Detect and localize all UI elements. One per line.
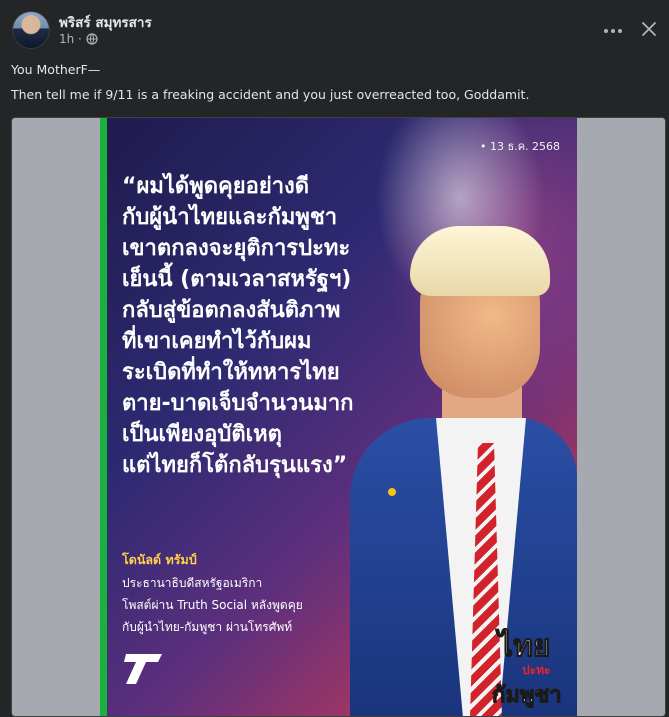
more-options-button[interactable]: [600, 18, 626, 44]
quote-line: เย็นนี้ (ตามเวลาสหรัฐฯ): [122, 267, 352, 292]
more-horizontal-icon: [604, 29, 622, 33]
poster-quote: “ผมได้พูดคุยอย่างดี กับผู้นำไทยและกัมพูช…: [122, 171, 422, 481]
watermark-thai: ไทย: [495, 628, 550, 664]
close-icon: [642, 22, 656, 36]
speaker-detail-line: กับผู้นำไทย-กัมพูชา ผ่านโทรศัพท์: [122, 620, 293, 634]
thai-cambodia-watermark: ไทย ปะทะ กัมพูชา: [492, 628, 562, 709]
watermark-cambodia: กัมพูชา: [492, 683, 562, 708]
quote-line: ตาย-บาดเจ็บจำนวนมาก: [122, 391, 354, 416]
quote-line: เขาตกลงจะยุติการปะทะ: [122, 236, 351, 261]
quote-line: เป็นเพียงอุบัติเหตุ: [122, 422, 282, 447]
quote-line: แต่ไทยก็โต้กลับรุนแรง”: [122, 453, 348, 478]
post-meta: 1h ·: [59, 32, 98, 46]
quote-line: ที่เขาเคยทำไว้กับผม: [122, 329, 312, 354]
avatar[interactable]: [12, 11, 50, 49]
publisher-logo-icon: [124, 654, 162, 684]
post-text-line: Then tell me if 9/11 is a freaking accid…: [11, 87, 530, 102]
poster-date: • 13 ธ.ค. 2568: [480, 140, 561, 153]
speaker-name: โดนัลด์ ทรัมป์: [122, 552, 197, 567]
quote-line: กลับสู่ข้อตกลงสันติภาพ: [122, 298, 341, 323]
quote-line: “ผมได้พูดคุยอย่างดี: [122, 174, 310, 199]
globe-icon[interactable]: [86, 33, 98, 45]
news-poster-image[interactable]: • 13 ธ.ค. 2568 “ผมได้พูดคุยอย่างดี กับผู…: [100, 118, 577, 716]
speaker-detail-line: ประธานาธิบดีสหรัฐอเมริกา: [122, 576, 263, 590]
quote-line: ระเบิดที่ทำให้ทหารไทย: [122, 360, 340, 385]
post-header: พริสร์ สมุทรสาร 1h ·: [0, 0, 669, 58]
post-text-line: You MotherF—: [11, 62, 101, 77]
watermark-clash: ปะทะ: [522, 663, 550, 677]
author-name[interactable]: พริสร์ สมุทรสาร: [59, 11, 152, 33]
close-button[interactable]: [636, 16, 662, 42]
post-image-frame[interactable]: • 13 ธ.ค. 2568 “ผมได้พูดคุยอย่างดี กับผู…: [11, 117, 666, 717]
accent-bar: [100, 118, 107, 716]
post-time[interactable]: 1h ·: [59, 32, 82, 46]
speaker-details: ประธานาธิบดีสหรัฐอเมริกา โพสต์ผ่าน Truth…: [122, 572, 303, 638]
speaker-detail-line: โพสต์ผ่าน Truth Social หลังพูดคุย: [122, 598, 303, 612]
quote-line: กับผู้นำไทยและกัมพูชา: [122, 205, 338, 230]
